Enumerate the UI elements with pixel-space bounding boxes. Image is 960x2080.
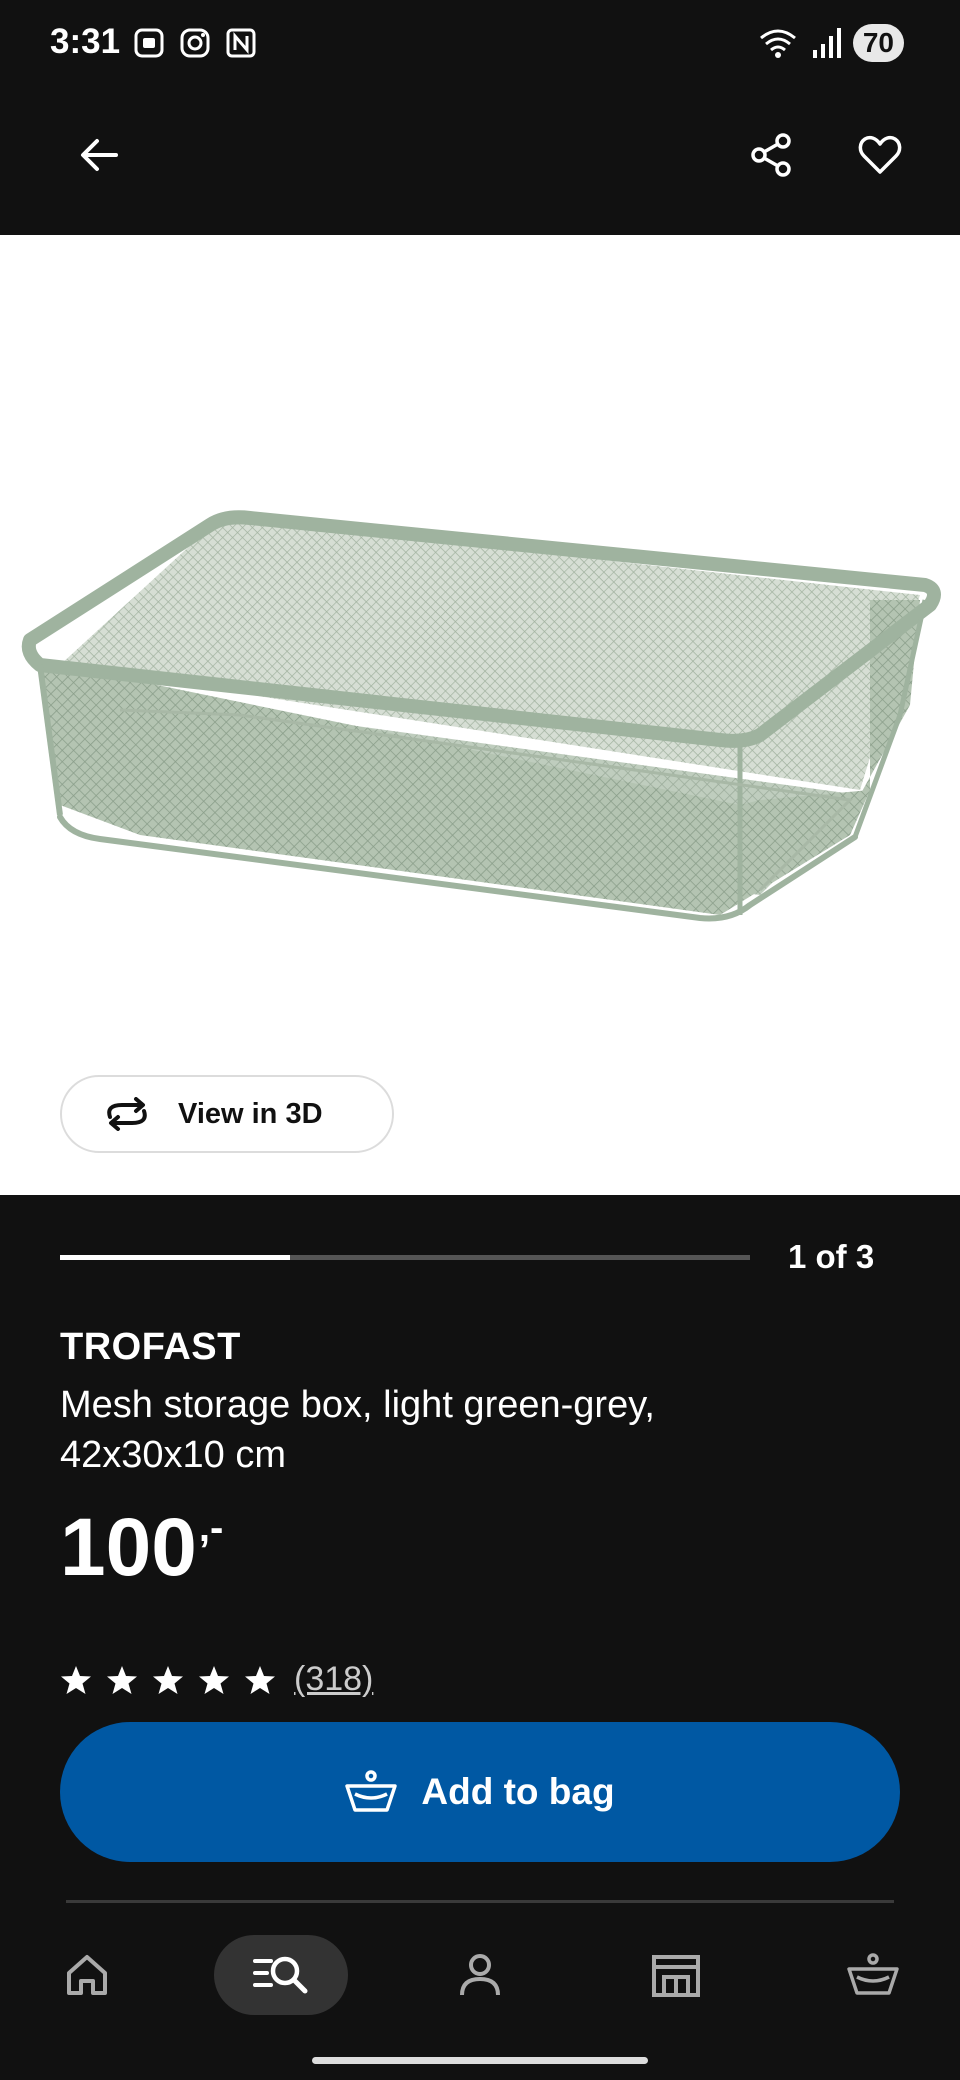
bottom-navigation <box>0 1905 960 2080</box>
product-image <box>21 510 941 922</box>
nav-bag[interactable] <box>806 1935 940 2015</box>
gallery-progress-bar <box>60 1255 750 1260</box>
search-icon <box>253 1956 308 1994</box>
share-button[interactable] <box>736 120 806 190</box>
back-button[interactable] <box>64 120 134 190</box>
content-divider <box>66 1900 894 1903</box>
status-system-icons: 70 <box>757 24 904 62</box>
add-to-bag-button[interactable]: Add to bag <box>60 1722 900 1862</box>
basket-icon <box>345 1770 398 1812</box>
nav-home[interactable] <box>20 1935 154 2015</box>
star-icon <box>199 1665 229 1694</box>
heart-icon <box>858 135 902 174</box>
app-bar <box>0 90 960 235</box>
status-notification-icons <box>132 26 258 60</box>
rating-stars <box>60 1664 276 1696</box>
arrow-left-icon <box>81 139 118 171</box>
product-price: 100,- <box>60 1498 223 1598</box>
gallery-position-text: 1 of 3 <box>788 1238 875 1275</box>
nav-profile[interactable] <box>413 1935 547 2015</box>
favourite-button[interactable] <box>845 120 915 190</box>
store-icon <box>652 1955 700 1997</box>
gallery-progress-fill <box>60 1255 290 1260</box>
wifi-icon <box>759 29 796 58</box>
status-bar: 3:31 70 <box>0 0 960 90</box>
rotate-3d-icon <box>107 1097 147 1131</box>
home-indicator[interactable] <box>312 2057 648 2064</box>
product-rating[interactable]: (318) <box>60 1660 373 1699</box>
home-icon <box>67 1955 107 1995</box>
review-count-link[interactable]: (318) <box>294 1660 373 1699</box>
signal-icon <box>812 28 841 58</box>
star-icon <box>245 1665 275 1694</box>
product-description: Mesh storage box, light green-grey, 42x3… <box>60 1384 655 1476</box>
view-in-3d-label: View in 3D <box>178 1097 323 1130</box>
star-icon <box>107 1665 137 1694</box>
view-in-3d-button[interactable]: View in 3D <box>60 1075 394 1153</box>
product-image-gallery[interactable]: View in 3D <box>0 235 960 1195</box>
nav-search[interactable] <box>214 1935 348 2015</box>
star-icon <box>153 1665 183 1694</box>
product-brand: TROFAST <box>60 1326 241 1368</box>
instagram-icon <box>180 28 210 58</box>
status-time: 3:31 <box>50 22 121 61</box>
price-value: 100 <box>60 1502 197 1593</box>
battery-indicator: 70 <box>852 24 904 62</box>
star-icon <box>61 1665 91 1694</box>
nav-store[interactable] <box>609 1935 743 2015</box>
screenshot-icon <box>134 28 164 58</box>
basket-icon <box>847 1953 899 1995</box>
share-icon <box>751 133 791 177</box>
nfc-icon <box>226 28 256 58</box>
person-icon <box>460 1954 500 1996</box>
price-suffix: ,- <box>198 1506 224 1550</box>
add-to-bag-label: Add to bag <box>421 1771 615 1812</box>
